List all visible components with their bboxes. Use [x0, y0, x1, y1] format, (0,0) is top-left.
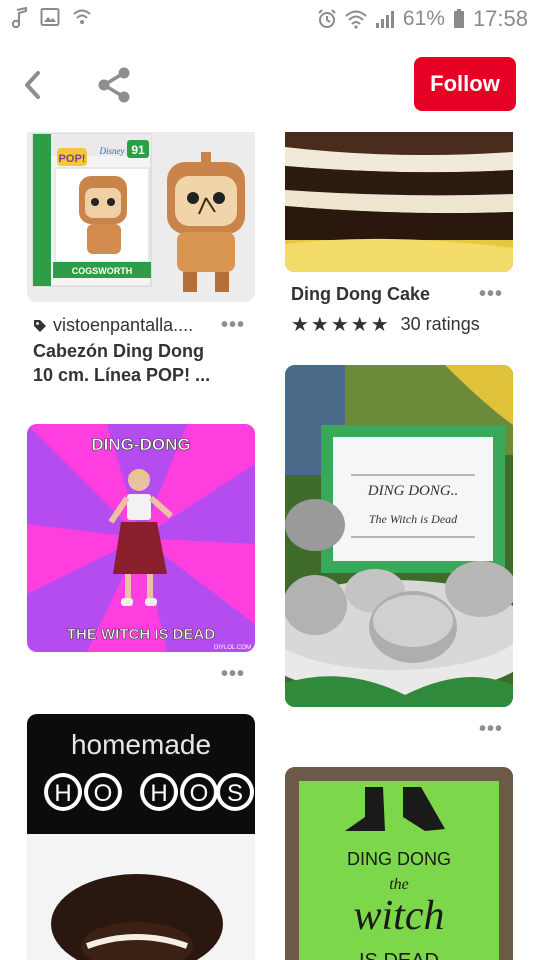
witch-sign-line-4: IS DEAD	[359, 950, 439, 960]
ding-dong-meme: DING-DONG THE WITCH IS DEAD DIYLOL.COM	[27, 424, 255, 652]
music-note-icon	[11, 7, 27, 29]
tag-icon	[34, 319, 46, 332]
pin-title-line-1: Cabezón Ding Dong	[33, 341, 204, 361]
pin-meme-more-button[interactable]: •••	[221, 664, 245, 684]
hohos-letter-4: O	[190, 780, 209, 807]
hohos-letters: H O H O S	[44, 773, 254, 811]
pin-source-label: vistoenpantalla....	[53, 315, 194, 335]
share-icon	[98, 67, 130, 103]
pin-cake-image[interactable]	[285, 132, 513, 272]
clock-time: 17:58	[472, 6, 528, 31]
witch-sign-line-2: the	[389, 876, 409, 893]
homemade-hohos-photo: homemade H O H O S	[27, 714, 255, 960]
witch-sign-line-3: witch	[354, 893, 445, 939]
sign-line-1: DING DONG..	[367, 483, 458, 499]
pin-witch-sign-image[interactable]: DING DONG the witch IS DEAD	[285, 767, 513, 960]
status-bar: 61% 17:58	[0, 0, 540, 40]
image-icon	[40, 8, 60, 26]
pin-cake-more-button[interactable]: •••	[479, 284, 503, 304]
pin-cogsworth-image[interactable]: 91 POP! Disney COGSWORTH	[27, 132, 255, 302]
battery-icon	[453, 9, 464, 28]
back-arrow-icon	[25, 71, 40, 99]
meme-top-text: DING-DONG	[91, 435, 190, 454]
battery-percent: 61%	[402, 7, 445, 30]
pin-cupcakes-image[interactable]: DING DONG.. The Witch is Dead	[285, 365, 513, 707]
box-maker: Disney	[99, 146, 125, 156]
pin-title-line-2: 10 cm. Línea POP! ...	[33, 365, 211, 385]
wifi-calling-icon	[73, 9, 91, 24]
status-right: 61% 17:58	[317, 6, 528, 32]
back-button[interactable]	[18, 67, 48, 103]
box-brand: POP!	[59, 153, 86, 165]
wifi-icon	[345, 10, 367, 29]
meme-watermark: DIYLOL.COM	[214, 645, 251, 651]
pin-cogsworth-more-button[interactable]: •••	[221, 315, 245, 335]
ratings-count: 30 ratings	[400, 314, 480, 334]
pin-cogsworth-source[interactable]: vistoenpantalla....	[33, 315, 193, 336]
hohos-line-1: homemade	[71, 729, 211, 760]
pin-cake-title[interactable]: Ding Dong Cake	[291, 282, 430, 306]
hohos-letter-2: O	[94, 780, 113, 807]
meme-bottom-text: THE WITCH IS DEAD	[67, 626, 215, 643]
cake-photo	[285, 132, 513, 272]
sign-line-2: The Witch is Dead	[369, 512, 458, 526]
witch-sign-photo: DING DONG the witch IS DEAD	[285, 767, 513, 960]
pin-hohos-image[interactable]: homemade H O H O S	[27, 714, 255, 960]
witch-sign-line-1: DING DONG	[347, 849, 451, 869]
pin-cake-rating: ★★★★★ 30 ratings	[291, 312, 480, 337]
share-button[interactable]	[96, 65, 136, 105]
ding-dong-cupcakes-photo: DING DONG.. The Witch is Dead	[285, 365, 513, 707]
hohos-letter-1: H	[54, 780, 71, 807]
status-left-icons	[10, 7, 92, 29]
alarm-icon	[318, 9, 336, 28]
funko-pop-illustration: 91 POP! Disney COGSWORTH	[32, 133, 245, 292]
signal-icon	[375, 11, 394, 28]
hohos-letter-5: S	[227, 780, 243, 807]
box-number: 91	[131, 143, 145, 157]
box-character-label: COGSWORTH	[72, 266, 133, 276]
hohos-letter-3: H	[150, 780, 167, 807]
star-rating-icons: ★★★★★	[291, 314, 391, 336]
pin-cupcakes-more-button[interactable]: •••	[479, 719, 503, 739]
follow-button[interactable]: Follow	[414, 57, 516, 111]
board-header: Follow	[0, 45, 540, 125]
pin-cogsworth-title[interactable]: Cabezón Ding Dong 10 cm. Línea POP! ...	[33, 339, 253, 387]
pin-meme-image[interactable]: DING-DONG THE WITCH IS DEAD DIYLOL.COM	[27, 424, 255, 652]
